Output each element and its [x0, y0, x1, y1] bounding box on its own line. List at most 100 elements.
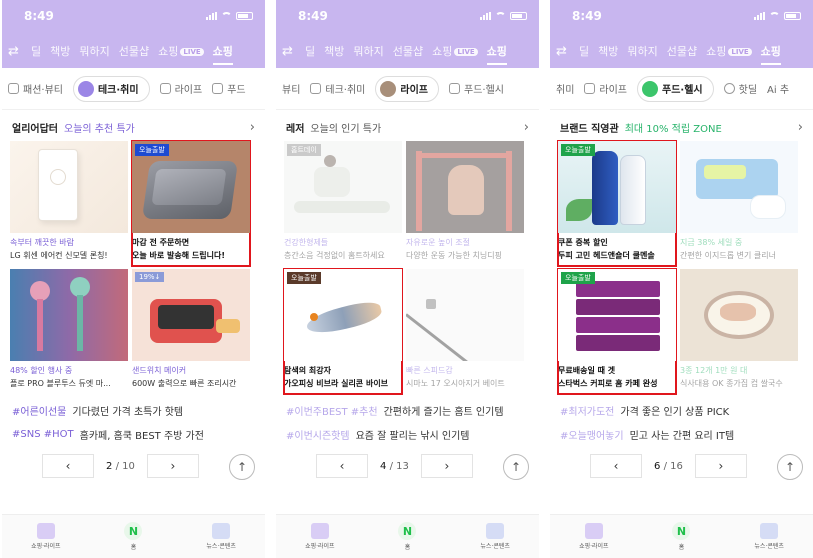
status-bar: 8:49 — [550, 0, 813, 34]
prev-page-button[interactable]: ‹ — [42, 454, 94, 478]
next-page-button[interactable]: › — [694, 454, 747, 478]
category-tech-hobby[interactable]: 테크·취미 — [72, 75, 150, 102]
news-icon — [486, 523, 505, 539]
category-label: 핫딜 — [738, 85, 758, 96]
next-page-button[interactable]: › — [146, 454, 199, 478]
product-card[interactable]: 48% 할인 행사 중 플로 PRO 블루투스 듀엣 마... — [10, 269, 128, 394]
signal-icon — [754, 12, 765, 20]
chevron-right-icon[interactable]: › — [524, 120, 529, 135]
section-subtitle: 최대 10% 적립 ZONE — [624, 124, 722, 135]
nav-tab-deal[interactable]: 딜 — [305, 43, 315, 59]
nav-tab-shopping-live[interactable]: 쇼핑 LIVE — [432, 43, 478, 59]
prev-page-button[interactable]: ‹ — [590, 454, 642, 478]
nav-tab-todo[interactable]: 뭐하지 — [353, 43, 383, 59]
nav-tab-gift[interactable]: 선물샵 — [667, 43, 697, 59]
category-hobby[interactable]: 취미 — [556, 81, 574, 96]
sandwich-maker-image — [132, 269, 250, 361]
category-life[interactable]: 라이프 — [375, 75, 439, 102]
category-food[interactable]: 푸드 — [212, 81, 246, 96]
page-current: 2 — [106, 460, 113, 472]
category-tech-hobby[interactable]: 테크·취미 — [310, 81, 365, 96]
pagination: ‹ 6 / 16 › ↑ — [550, 450, 813, 480]
nav-tab-shopping[interactable]: 쇼핑 — [212, 43, 233, 65]
swap-icon[interactable]: ⇄ — [556, 44, 570, 59]
nav-tab-shopping[interactable]: 쇼핑 — [486, 43, 507, 65]
sofa-icon — [159, 83, 171, 94]
nav-tab-books[interactable]: 책방 — [50, 43, 70, 59]
scroll-top-icon[interactable]: ↑ — [777, 454, 803, 480]
bottom-nav-shopping[interactable]: 쇼핑·라이프 — [16, 523, 76, 550]
nav-tab-todo[interactable]: 뭐하지 — [79, 43, 109, 59]
prev-page-button[interactable]: ‹ — [316, 454, 368, 478]
bottom-nav-home[interactable]: N홈 — [651, 522, 711, 551]
product-caption: 무료배송일 때 겟 — [558, 366, 616, 375]
nav-tab-shopping[interactable]: 쇼핑 — [760, 43, 781, 65]
nav-tab-deal[interactable]: 딜 — [31, 43, 41, 59]
next-page-button[interactable]: › — [420, 454, 473, 478]
nav-tab-shopping-live[interactable]: 쇼핑 LIVE — [706, 43, 752, 59]
section-header[interactable]: 브랜드 직영관 최대 10% 적립 ZONE › — [550, 110, 813, 141]
bottom-nav-news[interactable]: 뉴스·콘텐츠 — [465, 523, 525, 550]
nav-tab-gift[interactable]: 선물샵 — [119, 43, 149, 59]
product-card[interactable]: 지금 38% 세일 중 간편한 이지드롭 변기 클리너 — [680, 141, 798, 266]
product-card[interactable]: 3종 12개 1만 원 대 식사대용 OK 종가집 컵 쌀국수 — [680, 269, 798, 394]
chevron-right-icon[interactable]: › — [250, 120, 255, 135]
category-life[interactable]: 라이프 — [159, 81, 202, 96]
category-fashion-beauty[interactable]: 패션·뷰티 — [8, 81, 63, 96]
nav-tab-todo[interactable]: 뭐하지 — [627, 43, 657, 59]
pagination: ‹ 4 / 13 › ↑ — [276, 450, 539, 480]
product-card[interactable]: 오늘출발 쿠폰 중복 할인 두피 고민 헤드앤숄더 쿨멘솔 — [557, 140, 677, 267]
category-beauty[interactable]: 뷰티 — [282, 81, 300, 96]
bottom-nav-home[interactable]: N홈 — [377, 522, 437, 551]
chevron-right-icon[interactable]: › — [798, 120, 803, 135]
swap-icon[interactable]: ⇄ — [282, 44, 296, 59]
product-card[interactable]: 속부터 깨끗한 바람 LG 휘센 에어컨 신모델 론칭! — [10, 141, 128, 266]
product-card[interactable]: 빠른 스피드감 시마노 17 오시아지거 베이트 — [406, 269, 524, 394]
category-hotdeal[interactable]: 핫딜 — [723, 81, 758, 96]
product-card[interactable]: 오늘출발 무료배송일 때 겟 스타벅스 커피로 홈 카페 완성 — [557, 268, 677, 395]
category-food-healthy[interactable]: 푸드·헬시 — [449, 81, 504, 96]
nav-tab-books[interactable]: 책방 — [324, 43, 344, 59]
tag-row[interactable]: #오늘맹어놓기 믿고 사는 간편 요리 IT템 — [560, 422, 803, 446]
page-total: 10 — [122, 460, 135, 472]
tag-row[interactable]: #이번시즌핫템 요즘 잘 팔리는 낚시 인기템 — [286, 422, 529, 446]
nav-tab-books[interactable]: 책방 — [598, 43, 618, 59]
nav-tab-deal[interactable]: 딜 — [579, 43, 589, 59]
bottom-nav-label: 뉴스·콘텐츠 — [480, 543, 510, 550]
bottom-nav: 쇼핑·라이프 N홈 뉴스·콘텐츠 — [276, 514, 539, 558]
page-total: 13 — [396, 460, 409, 472]
bottom-nav-label: 쇼핑·라이프 — [305, 543, 335, 550]
bottom-nav-shopping[interactable]: 쇼핑·라이프 — [290, 523, 350, 550]
product-card[interactable]: 오늘출발 탐색의 최강자 가오피싱 비브라 실리콘 바이브 — [283, 268, 403, 395]
product-card[interactable]: 자유로운 높이 조절 다양한 운동 가능한 치닝디핑 — [406, 141, 524, 266]
scroll-top-icon[interactable]: ↑ — [503, 454, 529, 480]
nav-tab-shopping-live-label: 쇼핑 — [158, 45, 179, 58]
category-label: 푸드·헬시 — [464, 85, 504, 96]
product-caption: 자유로운 높이 조절 — [406, 238, 470, 247]
bottom-nav-shopping[interactable]: 쇼핑·라이프 — [564, 523, 624, 550]
bottom-nav-news[interactable]: 뉴스·콘텐츠 — [739, 523, 799, 550]
tag-row[interactable]: #이번주BEST #추천 간편하게 즐기는 홈트 인기템 — [286, 398, 529, 422]
status-time: 8:49 — [572, 9, 602, 23]
bottom-nav-news[interactable]: 뉴스·콘텐츠 — [191, 523, 251, 550]
status-time: 8:49 — [24, 9, 54, 23]
category-ai[interactable]: Ai 추 — [767, 81, 789, 96]
bottom-nav-home[interactable]: N홈 — [103, 522, 163, 551]
category-life[interactable]: 라이프 — [584, 81, 627, 96]
nav-tab-shopping-live[interactable]: 쇼핑 LIVE — [158, 43, 204, 59]
tag-row[interactable]: #어른이선물 기다렸던 가격 초특가 핫템 — [12, 398, 255, 422]
product-card[interactable]: 19%↓ 샌드위치 메이커 600W 출력으로 빠른 조리시간 — [132, 269, 250, 394]
battery-icon — [510, 12, 527, 20]
category-food-healthy[interactable]: 푸드·헬시 — [637, 75, 714, 102]
swap-icon[interactable]: ⇄ — [8, 44, 22, 59]
nav-tab-gift[interactable]: 선물샵 — [393, 43, 423, 59]
tag-row[interactable]: #최저가도전 가격 좋은 인기 상품 PICK — [560, 398, 803, 422]
tag-row[interactable]: #SNS #HOT 홈카페, 홈쿡 BEST 주방 가전 — [12, 422, 255, 446]
nav-tab-shopping-live-label: 쇼핑 — [706, 45, 727, 58]
section-header[interactable]: 레저 오늘의 인기 특가 › — [276, 110, 539, 141]
product-card[interactable]: 오늘출발 마감 전 주문하면 오늘 바로 발송해 드립니다! — [131, 140, 251, 267]
phone-screen-2: 8:49 ⇄ 딜 책방 뭐하지 선물샵 쇼핑 LIVE 쇼핑 뷰티 테크·취미 라… — [276, 0, 539, 558]
section-header[interactable]: 얼리어답터 오늘의 추천 특가 › — [2, 110, 265, 141]
scroll-top-icon[interactable]: ↑ — [229, 454, 255, 480]
product-card[interactable]: 홈트데이 건강한형제들 층간소음 걱정없이 홈트하세요 — [284, 141, 402, 266]
